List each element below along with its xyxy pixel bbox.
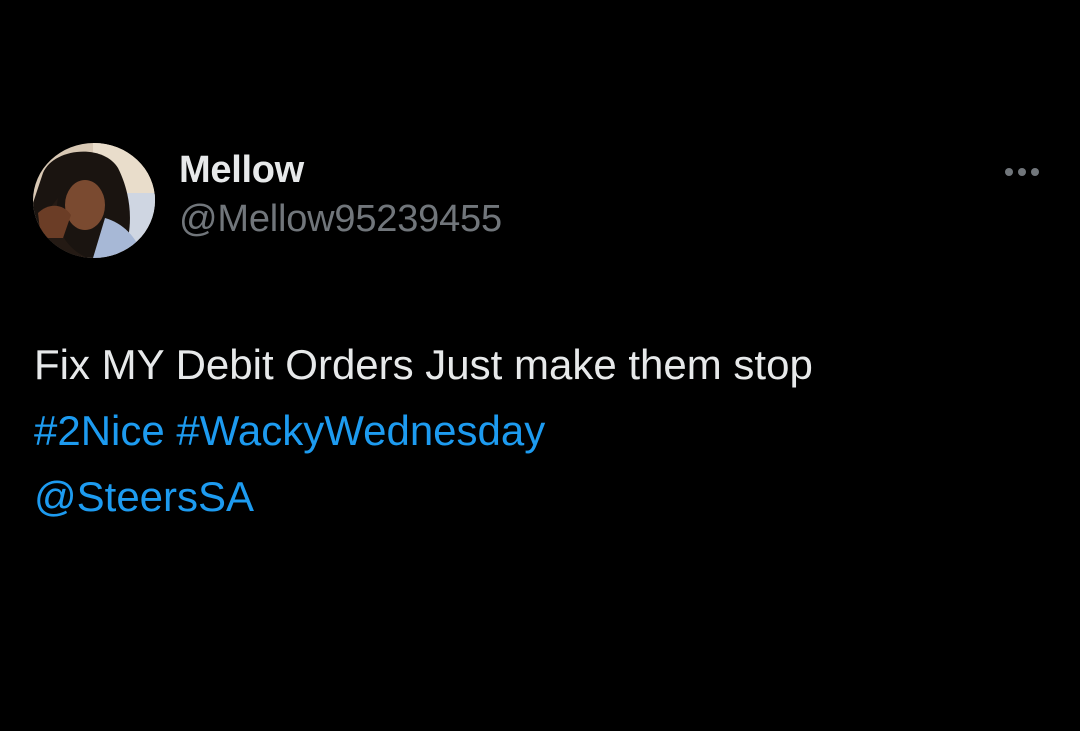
avatar-image (33, 143, 155, 258)
avatar[interactable] (33, 143, 155, 258)
more-horizontal-icon (1005, 168, 1013, 176)
hashtag-link[interactable]: #2Nice (34, 407, 165, 454)
more-options-button[interactable] (1000, 160, 1044, 184)
mention-link[interactable]: @SteersSA (34, 473, 254, 520)
author-display-name[interactable]: Mellow (179, 149, 304, 192)
tweet-text: Fix MY Debit Orders Just make them stop … (34, 332, 1034, 530)
hashtag-line: #2Nice #WackyWednesday (34, 398, 1034, 464)
tweet-text-line: Fix MY Debit Orders Just make them stop (34, 341, 813, 388)
author-handle[interactable]: @Mellow95239455 (179, 198, 502, 241)
hashtag-link[interactable]: #WackyWednesday (176, 407, 545, 454)
mention-line: @SteersSA (34, 464, 1034, 530)
tweet: Mellow @Mellow95239455 Fix MY Debit Orde… (0, 0, 1080, 731)
